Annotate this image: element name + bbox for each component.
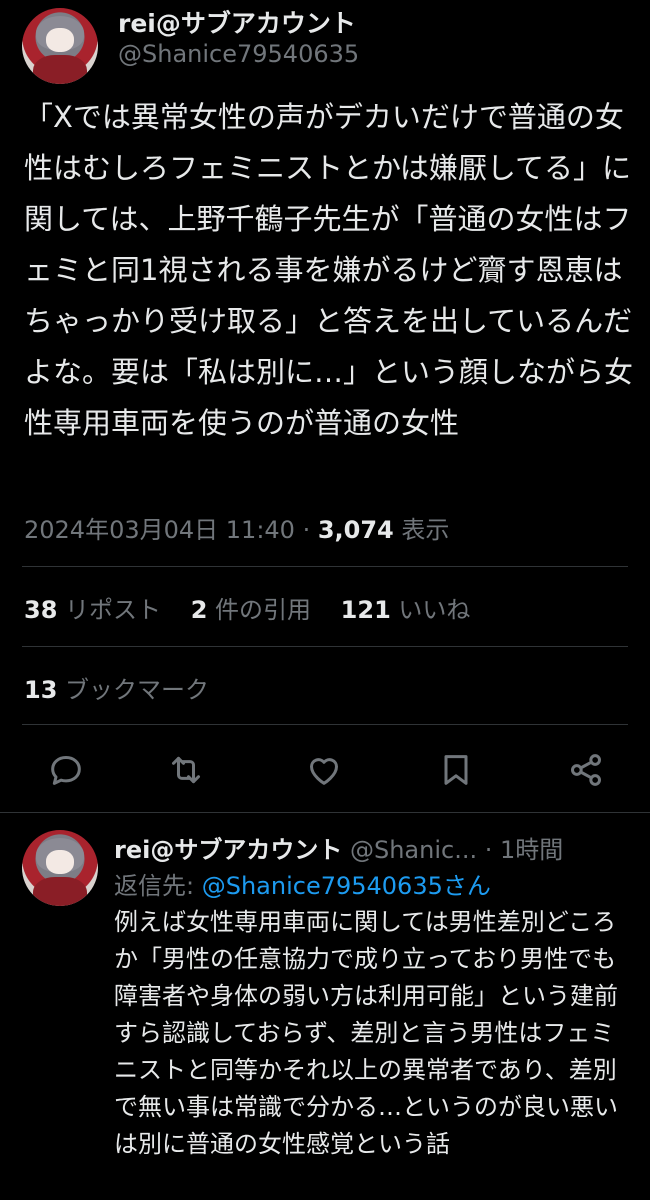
bookmark-icon[interactable] [436, 750, 476, 790]
author-display-name[interactable]: rei@サブアカウント [118, 4, 356, 40]
divider [0, 812, 650, 813]
reply-to-mention-link[interactable]: @Shanice79540635さん [202, 872, 491, 900]
reply-tweet-text: 例えば女性専用車両に関しては男性差別どころか「男性の任意協力で成り立っており男性… [114, 908, 618, 1158]
bookmarks-count: 13 [24, 676, 58, 704]
views-label: 表示 [393, 516, 450, 544]
reply-to-label: 返信先: [114, 872, 202, 900]
views-count: 3,074 [317, 516, 394, 544]
divider [22, 724, 628, 725]
tweet-timestamp[interactable]: 2024年03月04日 11:40 · [24, 516, 318, 544]
divider [22, 646, 628, 647]
bookmarks-stat[interactable]: 13 ブックマーク [24, 670, 209, 705]
quotes-count: 2 [190, 596, 208, 624]
quotes-stat[interactable]: 2 件の引用 [191, 590, 311, 625]
repost-icon[interactable] [166, 750, 206, 790]
reposts-count: 38 [24, 596, 58, 624]
bookmarks-label: ブックマーク [65, 676, 210, 704]
quotes-label: 件の引用 [215, 596, 312, 624]
tweet-text: 「Xでは異常女性の声がデカいだけで普通の女性はむしろフェミニストとかは嫌厭してる… [24, 100, 634, 440]
reposts-label: リポスト [65, 596, 162, 624]
like-icon[interactable] [304, 750, 344, 790]
author-handle[interactable]: @Shanice79540635 [118, 40, 359, 68]
reply-to-line: 返信先: @Shanice79540635さん [114, 866, 491, 901]
action-bar [0, 744, 650, 796]
reply-author-display-name[interactable]: rei@サブアカウント [114, 836, 342, 864]
reply-author-avatar[interactable] [22, 830, 98, 906]
engagement-stats: 38 リポスト 2 件の引用 121 いいね [24, 590, 492, 625]
likes-count: 121 [340, 596, 391, 624]
divider [22, 566, 628, 567]
likes-stat[interactable]: 121 いいね [341, 590, 471, 625]
reply-header: rei@サブアカウント @Shanic... · 1時間 [114, 830, 563, 865]
reply-icon[interactable] [46, 750, 86, 790]
reply-handle-time[interactable]: @Shanic... · 1時間 [342, 836, 563, 864]
reposts-stat[interactable]: 38 リポスト [24, 590, 161, 625]
author-avatar[interactable] [22, 8, 98, 84]
tweet-timestamp-row: 2024年03月04日 11:40 · 3,074 表示 [24, 510, 449, 545]
likes-label: いいね [398, 596, 471, 624]
share-icon[interactable] [566, 750, 606, 790]
